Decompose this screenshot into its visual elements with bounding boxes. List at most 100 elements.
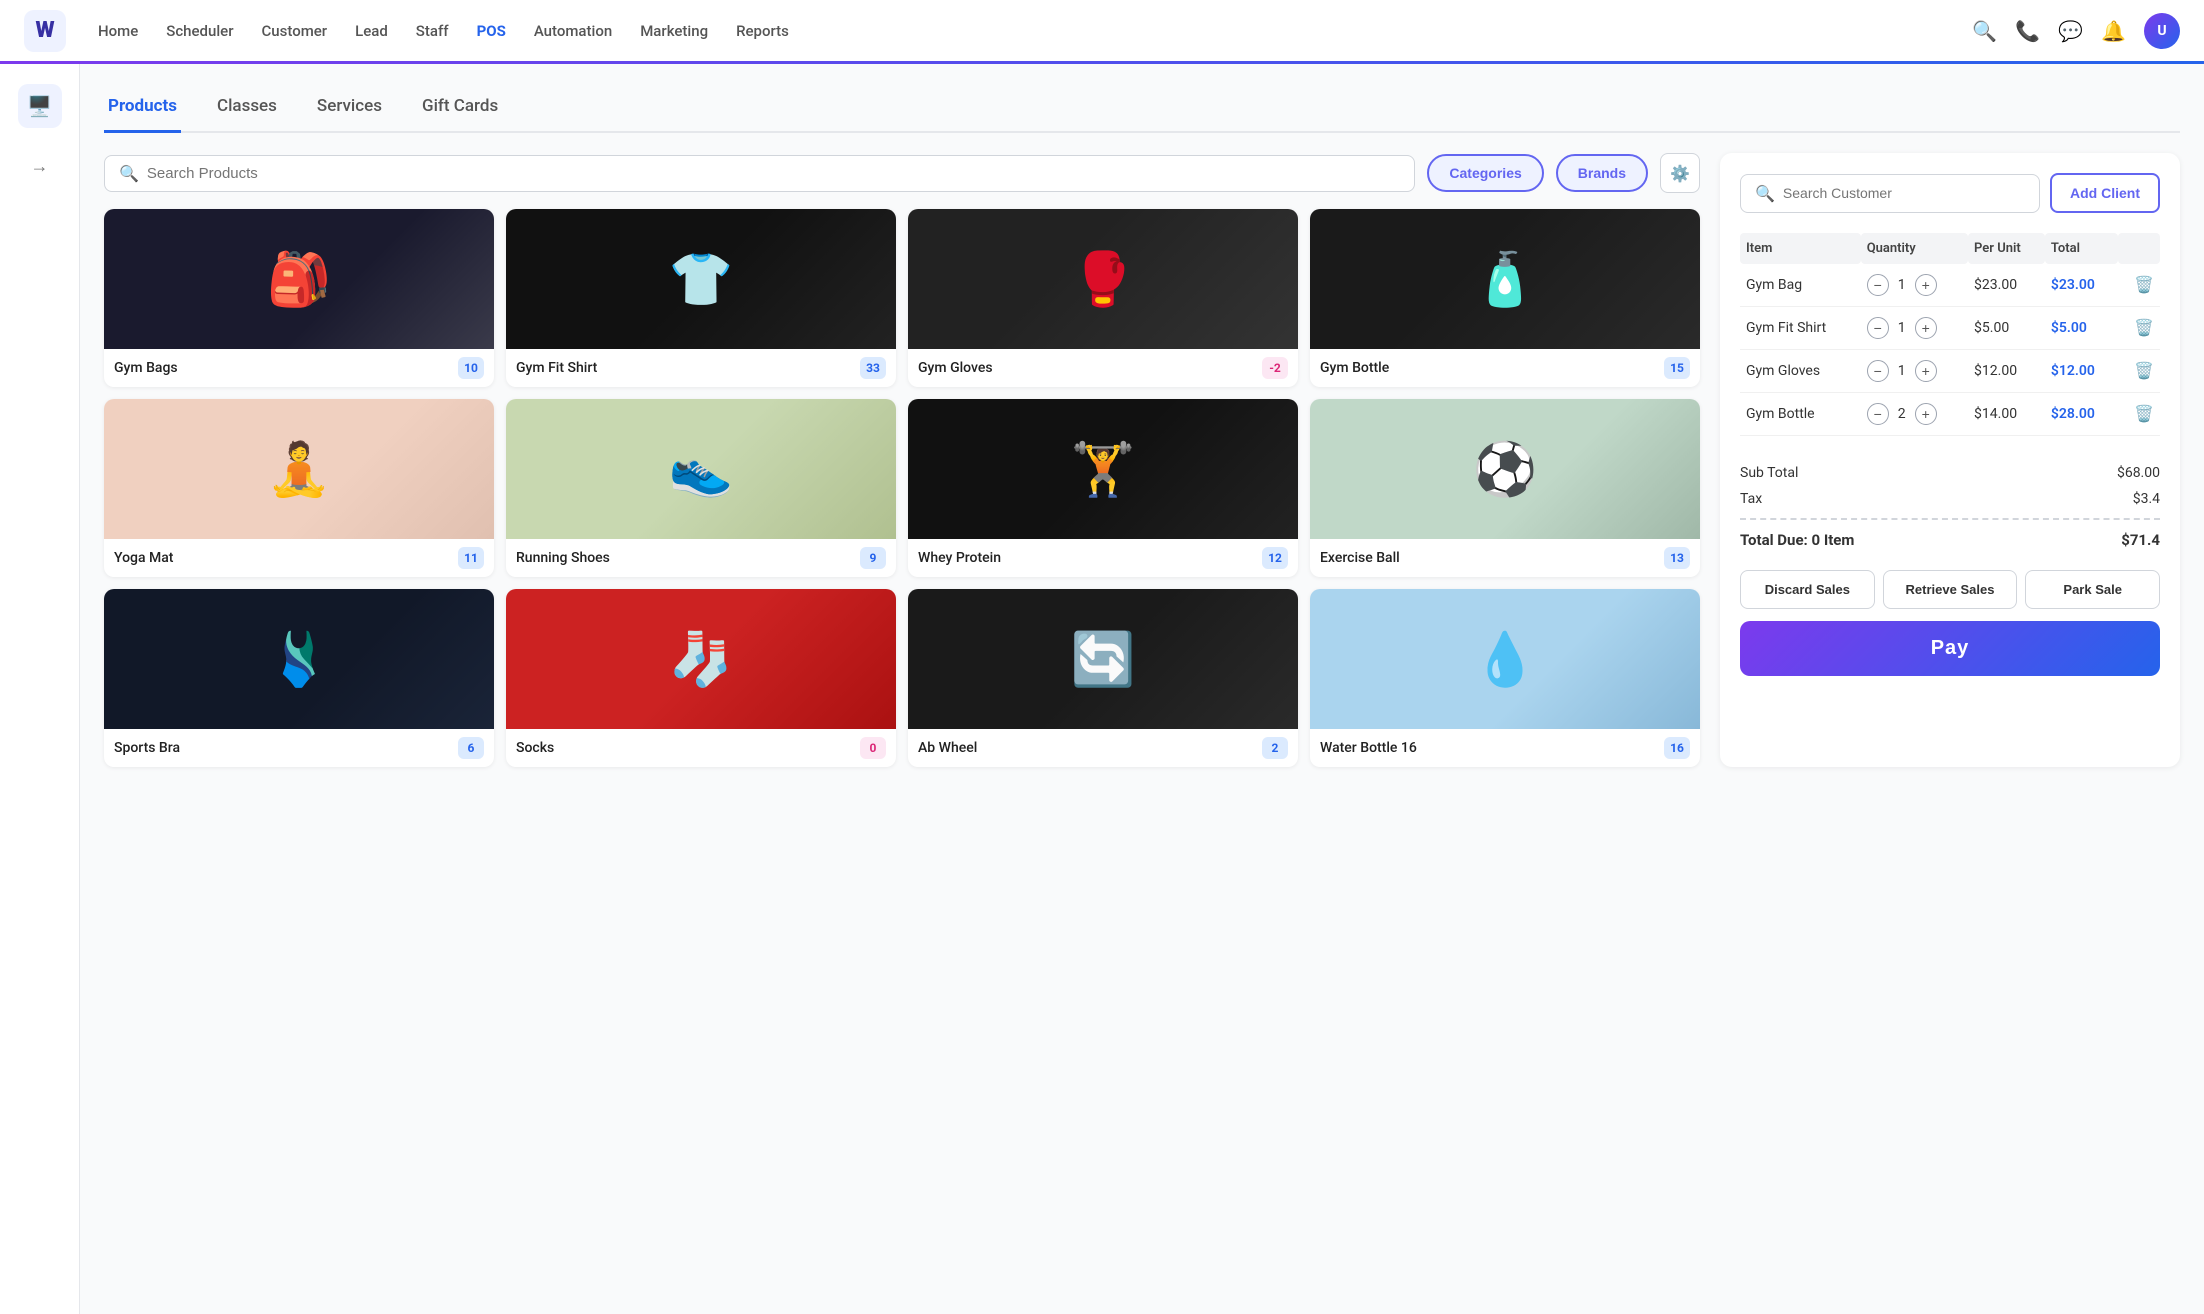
product-emoji: 🏋️ (1071, 439, 1136, 500)
nav-links: Home Scheduler Customer Lead Staff POS A… (98, 18, 1972, 44)
qty-increase-btn[interactable]: + (1915, 403, 1937, 425)
product-badge: 0 (860, 737, 886, 759)
nav-scheduler[interactable]: Scheduler (166, 18, 233, 44)
nav-staff[interactable]: Staff (416, 18, 449, 44)
filter-options-btn[interactable]: ⚙️ (1660, 153, 1700, 193)
product-image: 🧦 (506, 589, 896, 729)
qty-decrease-btn[interactable]: − (1867, 317, 1889, 339)
total-due-value: $71.4 (2121, 531, 2160, 549)
product-name: Gym Gloves (918, 360, 993, 376)
search-icon[interactable]: 🔍 (1972, 19, 1997, 43)
product-card-sports-bra[interactable]: 🩱 Sports Bra 6 (104, 589, 494, 767)
subtotal-value: $68.00 (2117, 465, 2160, 481)
nav-customer[interactable]: Customer (262, 18, 328, 44)
tax-value: $3.4 (2133, 491, 2160, 507)
customer-search-row: 🔍 Add Client (1740, 173, 2160, 213)
tab-gift-cards[interactable]: Gift Cards (418, 88, 502, 133)
nav-home[interactable]: Home (98, 18, 138, 44)
delete-order-item-btn[interactable]: 🗑️ (2134, 404, 2154, 424)
product-image: 🔄 (908, 589, 1298, 729)
product-emoji: 🧴 (1473, 249, 1538, 310)
tab-services[interactable]: Services (313, 88, 386, 133)
bell-icon[interactable]: 🔔 (2101, 19, 2126, 43)
search-customer-icon: 🔍 (1755, 184, 1775, 203)
product-card-gym-fit-shirt[interactable]: 👕 Gym Fit Shirt 33 (506, 209, 896, 387)
col-total: Total (2045, 233, 2118, 264)
order-item-per-unit: $14.00 (1968, 393, 2045, 436)
product-image: ⚽ (1310, 399, 1700, 539)
qty-increase-btn[interactable]: + (1915, 360, 1937, 382)
order-item-per-unit: $12.00 (1968, 350, 2045, 393)
search-customer-input[interactable] (1783, 185, 2025, 201)
phone-icon[interactable]: 📞 (2015, 19, 2040, 43)
product-image: 👟 (506, 399, 896, 539)
product-emoji: 🩱 (267, 629, 332, 690)
qty-increase-btn[interactable]: + (1915, 317, 1937, 339)
tab-classes[interactable]: Classes (213, 88, 281, 133)
avatar[interactable]: U (2144, 13, 2180, 49)
product-image: 🥊 (908, 209, 1298, 349)
product-card-exercise-ball[interactable]: ⚽ Exercise Ball 13 (1310, 399, 1700, 577)
product-name: Socks (516, 740, 554, 756)
park-sale-button[interactable]: Park Sale (2025, 570, 2160, 609)
nav-automation[interactable]: Automation (534, 18, 612, 44)
nav-lead[interactable]: Lead (355, 18, 388, 44)
product-card-whey-protein[interactable]: 🏋️ Whey Protein 12 (908, 399, 1298, 577)
qty-decrease-btn[interactable]: − (1867, 360, 1889, 382)
product-badge: 2 (1262, 737, 1288, 759)
sidebar-collapse-btn[interactable]: → (31, 156, 49, 177)
order-item-name: Gym Gloves (1740, 350, 1861, 393)
product-emoji: 👟 (669, 439, 734, 500)
product-card-socks[interactable]: 🧦 Socks 0 (506, 589, 896, 767)
product-card-running-shoes[interactable]: 👟 Running Shoes 9 (506, 399, 896, 577)
product-emoji: ⚽ (1473, 439, 1538, 500)
product-grid: 🎒 Gym Bags 10 👕 Gym Fit Shirt 33 🥊 Gym G… (104, 209, 1700, 767)
qty-decrease-btn[interactable]: − (1867, 403, 1889, 425)
product-card-water-bottle-16[interactable]: 💧 Water Bottle 16 16 (1310, 589, 1700, 767)
main-content: Products Classes Services Gift Cards 🔍 C… (80, 64, 2204, 1314)
product-card-ab-wheel[interactable]: 🔄 Ab Wheel 2 (908, 589, 1298, 767)
categories-filter-btn[interactable]: Categories (1427, 154, 1543, 192)
qty-increase-btn[interactable]: + (1915, 274, 1937, 296)
tab-products[interactable]: Products (104, 88, 181, 133)
product-image: 🧴 (1310, 209, 1700, 349)
add-client-button[interactable]: Add Client (2050, 173, 2160, 213)
product-badge: 33 (860, 357, 886, 379)
whatsapp-icon[interactable]: 💬 (2058, 19, 2083, 43)
product-image: 🧘 (104, 399, 494, 539)
order-table: Item Quantity Per Unit Total Gym Bag − 1 (1740, 233, 2160, 436)
nav-pos[interactable]: POS (477, 18, 506, 44)
col-quantity: Quantity (1861, 233, 1968, 264)
product-name: Sports Bra (114, 740, 180, 756)
pay-button[interactable]: Pay (1740, 621, 2160, 676)
search-filter-row: 🔍 Categories Brands ⚙️ (104, 153, 1700, 193)
product-badge: 6 (458, 737, 484, 759)
brands-filter-btn[interactable]: Brands (1556, 154, 1648, 192)
product-card-gym-bottle[interactable]: 🧴 Gym Bottle 15 (1310, 209, 1700, 387)
right-panel: 🔍 Add Client Item Quantity Per Unit Tota… (1720, 153, 2180, 767)
retrieve-sales-button[interactable]: Retrieve Sales (1883, 570, 2018, 609)
nav-reports[interactable]: Reports (736, 18, 789, 44)
product-card-gym-bags[interactable]: 🎒 Gym Bags 10 (104, 209, 494, 387)
search-products-input[interactable] (147, 165, 1400, 182)
product-name: Ab Wheel (918, 740, 977, 756)
order-item-name: Gym Bag (1740, 264, 1861, 307)
delete-order-item-btn[interactable]: 🗑️ (2134, 275, 2154, 295)
totals-section: Sub Total $68.00 Tax $3.4 Total Due: 0 I… (1740, 460, 2160, 554)
product-name: Water Bottle 16 (1320, 740, 1417, 756)
qty-value: 1 (1895, 277, 1909, 293)
top-navigation: W Home Scheduler Customer Lead Staff POS… (0, 0, 2204, 64)
order-item-per-unit: $5.00 (1968, 307, 2045, 350)
product-badge: 9 (860, 547, 886, 569)
qty-decrease-btn[interactable]: − (1867, 274, 1889, 296)
sidebar-pos-icon[interactable]: 🖥️ (18, 84, 62, 128)
delete-order-item-btn[interactable]: 🗑️ (2134, 361, 2154, 381)
nav-marketing[interactable]: Marketing (640, 18, 708, 44)
product-name: Whey Protein (918, 550, 1001, 566)
discard-sales-button[interactable]: Discard Sales (1740, 570, 1875, 609)
product-card-yoga-mat[interactable]: 🧘 Yoga Mat 11 (104, 399, 494, 577)
subtotal-label: Sub Total (1740, 465, 1798, 481)
product-card-gym-gloves[interactable]: 🥊 Gym Gloves -2 (908, 209, 1298, 387)
delete-order-item-btn[interactable]: 🗑️ (2134, 318, 2154, 338)
product-name: Exercise Ball (1320, 550, 1400, 566)
